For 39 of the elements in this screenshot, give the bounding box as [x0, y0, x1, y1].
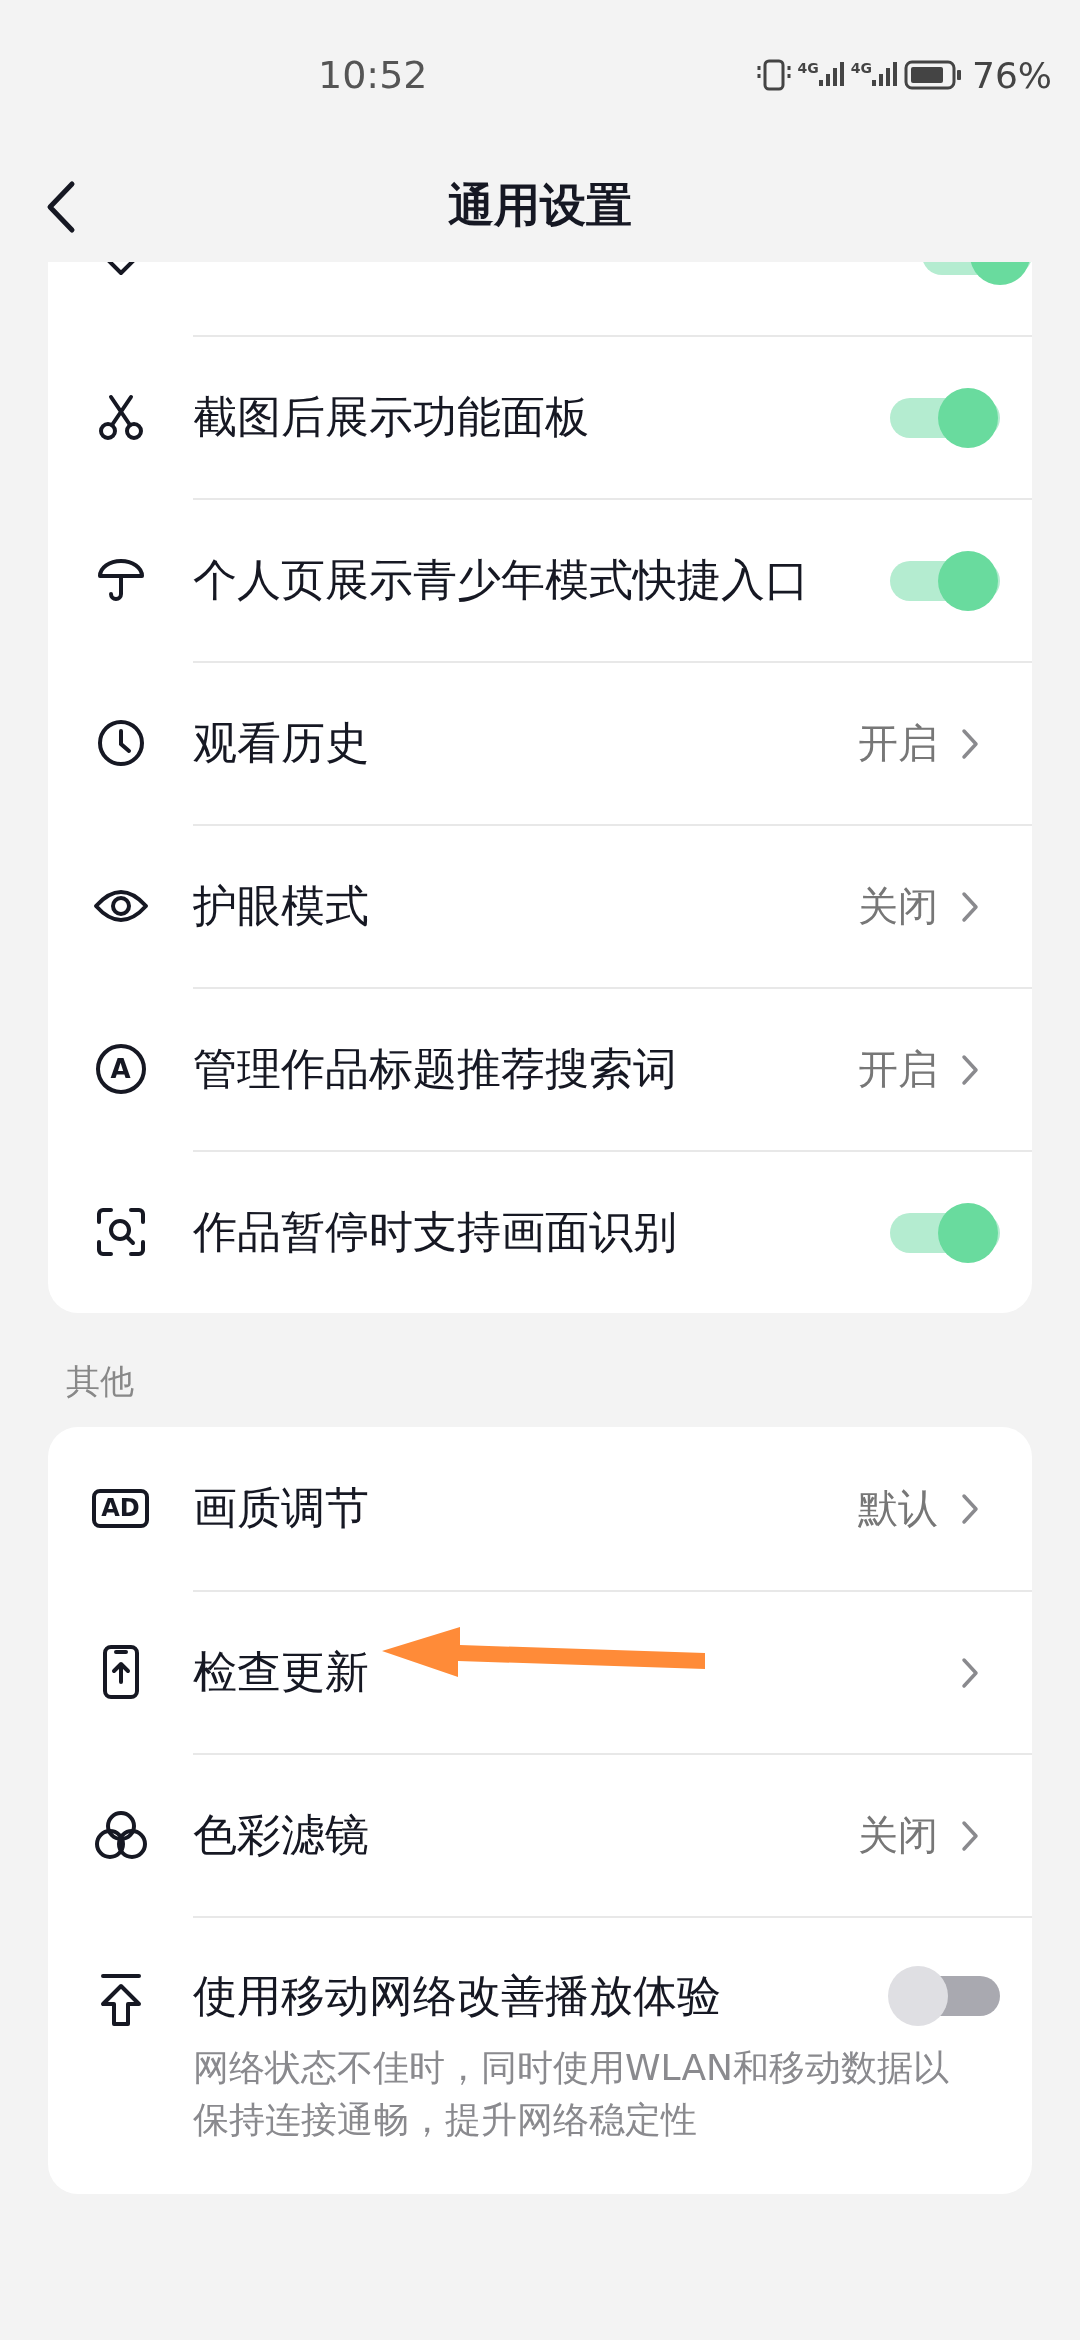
setting-label: 作品暂停时支持画面识别	[193, 1205, 677, 1259]
setting-link[interactable]: 关闭	[858, 879, 1000, 934]
setting-description: 网络状态不佳时，同时使用WLAN和移动数据以保持连接通畅，提升网络稳定性	[193, 2046, 951, 2143]
setting-label: 截图后展示功能面板	[193, 390, 589, 444]
ad-icon: AD	[92, 1489, 149, 1528]
circles-icon	[92, 1808, 149, 1861]
search-letter-icon: A	[95, 1043, 146, 1094]
battery-icon	[904, 59, 962, 91]
setting-label: 检查更新	[193, 1645, 369, 1699]
setting-label: 观看历史	[193, 716, 369, 770]
setting-label: 画质调节	[193, 1481, 369, 1535]
chevron-icon	[960, 889, 980, 924]
status-time: 10:52	[318, 53, 428, 97]
vibrate-icon	[755, 58, 792, 92]
toggle-switch[interactable]	[888, 387, 1000, 448]
chevron-icon	[960, 726, 980, 761]
chevron-icon	[960, 1818, 980, 1853]
phone-upload-icon	[100, 1643, 141, 1700]
setting-label: 色彩滤镜	[193, 1808, 369, 1862]
network-label: 4G	[850, 60, 872, 76]
setting-link[interactable]: 默认	[858, 1481, 1000, 1536]
section-title: 其他	[65, 1360, 135, 1403]
chevron-icon	[960, 1655, 980, 1690]
toggle-switch[interactable]	[888, 1966, 1000, 2026]
toggle-switch[interactable]	[888, 1202, 1000, 1263]
setting-label: 使用移动网络改善播放体验	[193, 1968, 721, 2023]
setting-label: 护眼模式	[193, 879, 369, 933]
chevron-icon	[960, 1491, 980, 1526]
setting-link[interactable]: 开启	[858, 1042, 1000, 1097]
toggle-switch[interactable]	[888, 550, 1000, 611]
setting-label: 个人页展示青少年模式快捷入口	[193, 553, 809, 607]
battery-percent: 76%	[972, 54, 1052, 96]
scan-icon	[94, 1205, 147, 1258]
setting-link[interactable]: 关闭	[858, 1808, 1000, 1863]
setting-label: 管理作品标题推荐搜索词	[193, 1042, 677, 1096]
page-title: 通用设置	[448, 177, 632, 234]
chevron-icon	[960, 1052, 980, 1087]
setting-link[interactable]: 开启	[858, 716, 1000, 771]
network-label: 4G	[797, 60, 819, 76]
